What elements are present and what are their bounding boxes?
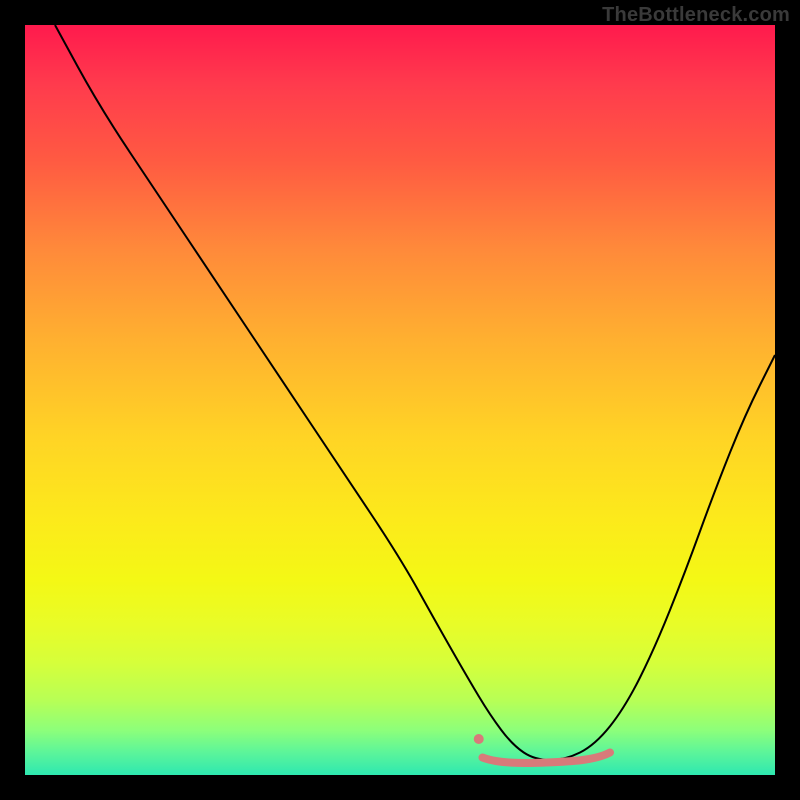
watermark-text: TheBottleneck.com bbox=[602, 4, 790, 27]
chart-svg bbox=[25, 25, 775, 775]
marker-dot bbox=[474, 734, 484, 744]
optimal-range-marker bbox=[483, 753, 611, 763]
bottleneck-curve bbox=[55, 25, 775, 760]
chart-container: TheBottleneck.com bbox=[0, 0, 800, 800]
plot-area bbox=[25, 25, 775, 775]
